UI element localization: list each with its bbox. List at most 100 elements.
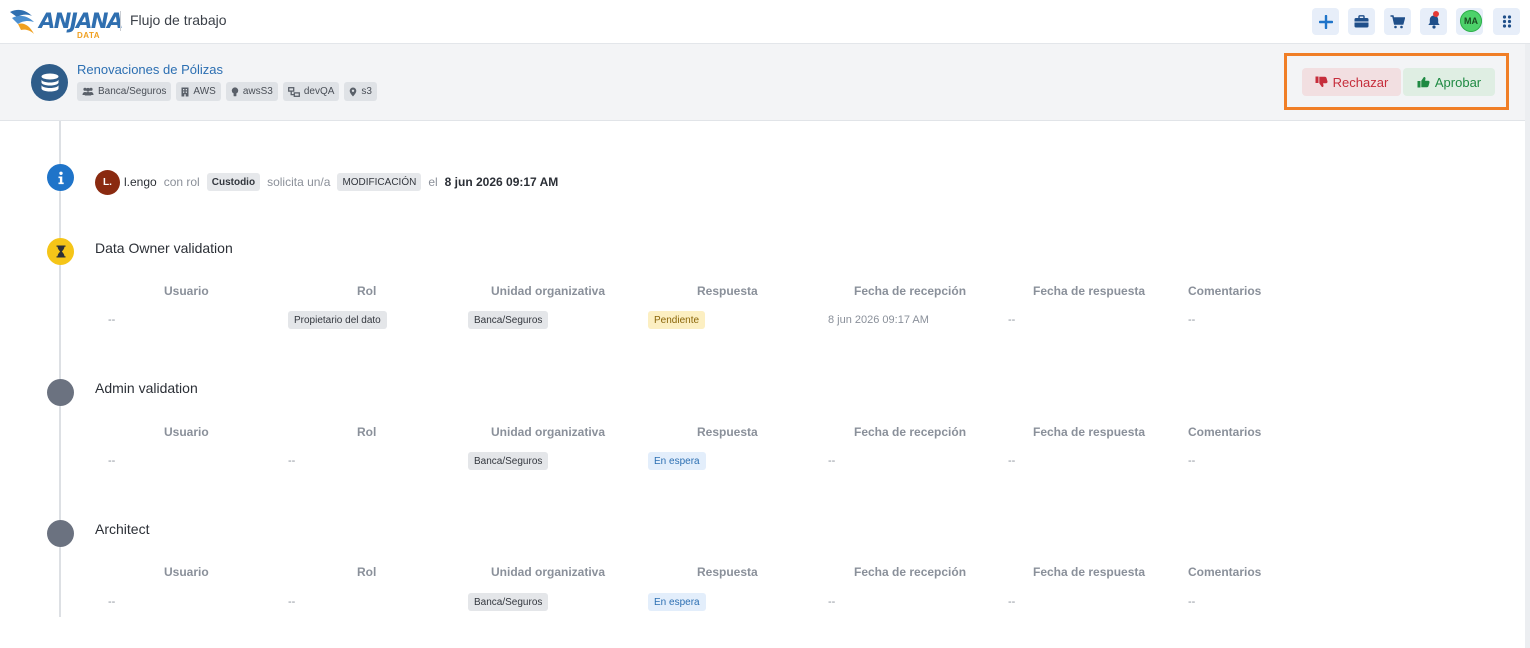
cell-fecha-respuesta: -- [1008,596,1016,608]
column-header: Respuesta [697,284,758,298]
status-badge: En espera [648,452,706,470]
notification-badge [1433,11,1439,17]
requester-avatar: L. [95,169,120,195]
page-title: Flujo de trabajo [130,12,227,28]
bird-logo-icon [10,9,34,34]
thumbs-down-icon [1315,76,1328,88]
reject-button-label: Rechazar [1332,74,1389,90]
pending-step-icon [47,379,74,406]
cell-comentarios: -- [1188,314,1196,326]
column-header: Fecha de recepción [854,284,967,298]
building-icon [181,87,189,96]
avatar[interactable]: MA [1460,10,1482,32]
network-icon [287,86,300,97]
on-text: el [428,175,438,189]
cell-rol: Propietario del dato [288,311,387,329]
briefcase-button[interactable] [1348,8,1375,35]
chip-organization: Banca/Seguros [77,82,172,101]
add-button[interactable] [1312,8,1339,35]
column-header: Unidad organizativa [491,425,606,439]
column-header: Fecha de respuesta [1033,284,1146,298]
apps-menu-button[interactable] [1493,8,1520,35]
column-header: Unidad organizativa [491,284,606,298]
column-header: Usuario [164,284,209,298]
request-summary: L. l.engo con rol Custodio solicita un/a… [95,169,558,195]
chip-environment: devQA [282,82,340,101]
cell-rol: -- [288,455,296,467]
request-type-tag: MODIFICACIÓN [337,173,422,191]
requests-text: solicita un/a [267,175,331,189]
briefcase-icon [1354,15,1369,28]
column-header: Comentarios [1188,565,1262,579]
step-title: Data Owner validation [95,240,233,256]
chip-label: AWS [193,86,216,97]
role-tag: Custodio [206,173,261,191]
cell-fecha-recepcion: -- [828,596,836,608]
chip-label: awsS3 [242,86,273,97]
scrollbar[interactable] [1525,44,1530,648]
pending-step-icon [47,520,74,547]
step-title: Admin validation [95,380,198,396]
status-badge: Pendiente [648,311,706,329]
cell-usuario: -- [108,455,116,467]
navbar-divider [120,11,121,31]
chip-technology: awsS3 [225,82,278,101]
approve-button[interactable]: Aprobar [1403,68,1495,96]
dataset-title-link[interactable]: Renovaciones de Pólizas [77,62,223,77]
cell-unidad: Banca/Seguros [468,311,549,329]
cell-fecha-recepcion: -- [828,455,836,467]
thumbs-up-icon [1417,76,1430,88]
column-header: Rol [357,565,377,579]
column-header: Usuario [164,425,209,439]
cell-unidad: Banca/Seguros [468,593,549,611]
column-header: Fecha de recepción [854,425,967,439]
column-header: Comentarios [1188,425,1262,439]
database-icon [31,64,68,101]
column-header: Respuesta [697,565,758,579]
plus-icon [1318,14,1333,29]
cart-button[interactable] [1384,8,1411,35]
users-icon [82,87,94,96]
anjana-logo[interactable]: ANJANA DATA [8,2,123,40]
chip-label: Banca/Seguros [98,86,167,97]
column-header: Fecha de recepción [854,565,967,579]
chip-provider: AWS [176,82,221,101]
column-header: Fecha de respuesta [1033,425,1146,439]
step-title: Architect [95,521,150,537]
column-header: Fecha de respuesta [1033,565,1146,579]
hourglass-icon [47,238,74,265]
notifications-button[interactable] [1420,8,1447,35]
column-header: Respuesta [697,425,758,439]
cell-fecha-respuesta: -- [1008,455,1016,467]
logo-subtitle: DATA [77,31,101,40]
pin-icon [350,87,357,96]
column-header: Rol [357,284,377,298]
cell-comentarios: -- [1188,596,1196,608]
cell-usuario: -- [108,314,116,326]
request-date: 8 jun 2026 09:17 AM [444,175,559,189]
chip-location: s3 [344,82,377,101]
top-navbar: ANJANA DATA Flujo de trabajo MA [0,0,1530,44]
with-role-text: con rol [163,175,200,189]
cell-comentarios: -- [1188,455,1196,467]
column-header: Comentarios [1188,284,1262,298]
column-header: Unidad organizativa [491,565,606,579]
column-header: Rol [357,425,377,439]
dataset-chips: Banca/Seguros AWS awsS3 devQA s3 [77,82,377,101]
cell-fecha-recepcion: 8 jun 2026 09:17 AM [828,314,929,326]
column-header: Usuario [164,565,209,579]
cell-usuario: -- [108,596,116,608]
cell-unidad: Banca/Seguros [468,452,549,470]
requester-name: l.engo [124,175,157,189]
info-icon [47,164,74,191]
chip-label: devQA [303,86,335,97]
reject-button[interactable]: Rechazar [1302,68,1401,96]
cell-fecha-respuesta: -- [1008,314,1016,326]
status-badge: En espera [648,593,706,611]
bulb-icon [231,86,239,96]
logo-wordmark: ANJANA [39,9,123,33]
approve-button-label: Aprobar [1434,74,1482,90]
cart-icon [1390,14,1405,28]
chip-label: s3 [361,86,372,97]
cell-rol: -- [288,596,296,608]
